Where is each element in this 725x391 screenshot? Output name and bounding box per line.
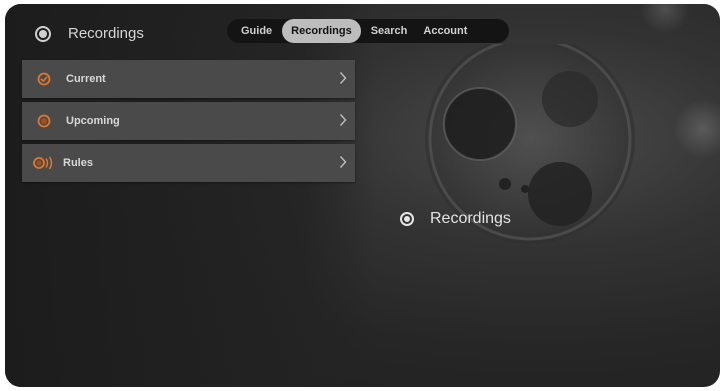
tab-guide[interactable]: Guide xyxy=(233,19,280,43)
chevron-right-icon xyxy=(339,72,347,84)
broadcast-record-icon xyxy=(33,155,55,171)
tab-search[interactable]: Search xyxy=(363,19,416,43)
check-circle-icon xyxy=(36,71,52,87)
top-nav-tabs: Guide Recordings Search Account xyxy=(227,19,509,43)
menu-item-rules[interactable]: Rules xyxy=(22,144,355,182)
page-header: Recordings xyxy=(35,25,144,42)
tab-recordings[interactable]: Recordings xyxy=(282,19,361,43)
ambient-light xyxy=(673,99,720,159)
menu-item-label: Current xyxy=(66,73,106,85)
film-reel-illustration xyxy=(425,44,635,244)
radio-dot-icon xyxy=(400,212,414,226)
page-title: Recordings xyxy=(68,25,144,42)
record-circle-icon xyxy=(36,113,52,129)
menu-item-label: Rules xyxy=(63,157,93,169)
tab-account[interactable]: Account xyxy=(415,19,475,43)
detail-header: Recordings xyxy=(400,210,511,228)
tv-screen: Recordings Guide Recordings Search Accou… xyxy=(5,4,720,387)
chevron-right-icon xyxy=(339,114,347,126)
ambient-light xyxy=(640,4,690,34)
radio-dot-icon xyxy=(35,25,51,42)
detail-title: Recordings xyxy=(430,210,511,227)
menu-item-label: Upcoming xyxy=(66,115,120,127)
menu-item-current[interactable]: Current xyxy=(22,60,355,98)
recordings-menu: Current Upcoming Rules xyxy=(22,60,355,186)
menu-item-upcoming[interactable]: Upcoming xyxy=(22,102,355,140)
chevron-right-icon xyxy=(339,156,347,168)
